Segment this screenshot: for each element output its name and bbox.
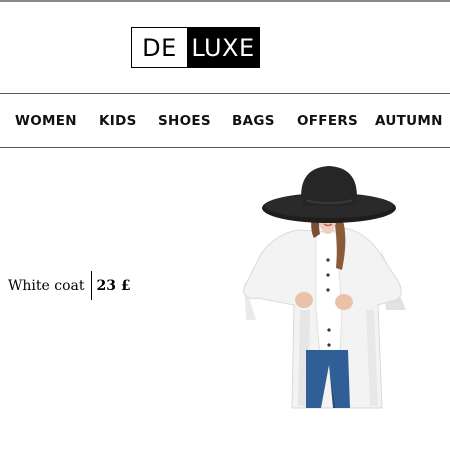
product-image[interactable] — [236, 160, 416, 410]
nav-item-offers[interactable]: OFFERS — [297, 94, 358, 147]
nav-item-autumn[interactable]: AUTUMN — [375, 94, 443, 147]
top-divider — [0, 0, 450, 2]
product-name[interactable]: White coat — [8, 278, 85, 294]
logo-text-left: DE — [132, 28, 187, 67]
nav-item-shoes[interactable]: SHOES — [158, 94, 211, 147]
product-divider — [90, 271, 92, 300]
logo-text-right: LUXE — [187, 28, 259, 67]
product-price: 23 £ — [96, 277, 131, 294]
product-info: White coat 23 £ — [8, 271, 131, 300]
nav-item-kids[interactable]: KIDS — [99, 94, 137, 147]
nav-item-women[interactable]: WOMEN — [15, 94, 77, 147]
main-navigation: WOMEN KIDS SHOES BAGS OFFERS AUTUMN — [0, 93, 450, 148]
nav-item-bags[interactable]: BAGS — [232, 94, 275, 147]
model-illustration — [243, 166, 406, 409]
brand-logo[interactable]: DE LUXE — [131, 27, 260, 68]
